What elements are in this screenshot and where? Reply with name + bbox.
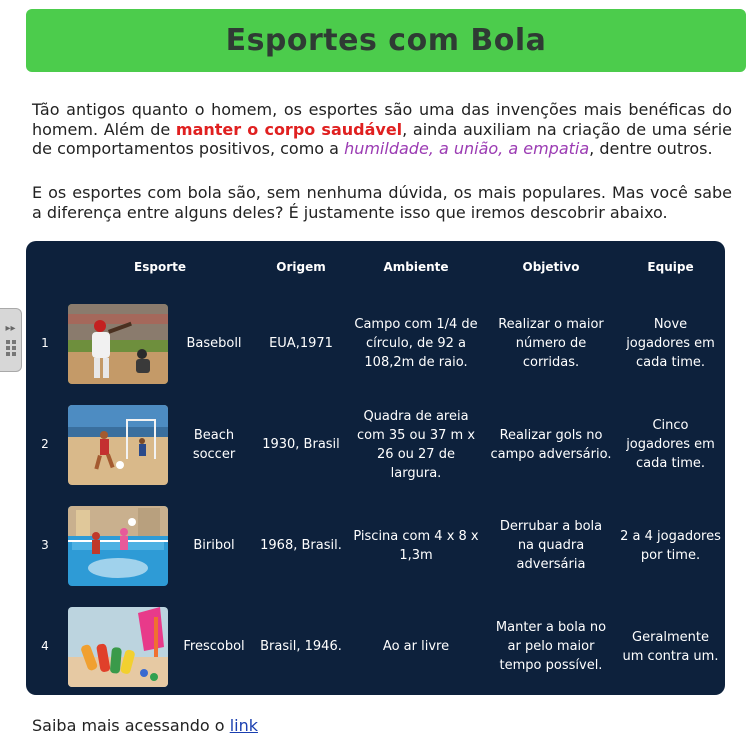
sport-objective: Realizar o maior número de corridas. [498, 317, 604, 370]
sport-environment: Campo com 1/4 de círculo, de 92 a 108,2m… [354, 317, 478, 370]
table-row: 3 Biribol 1968, Brasil. Piscina com 4 x … [26, 495, 725, 596]
row-number: 2 [41, 437, 49, 451]
footer-text: Saiba mais acessando o link [32, 716, 258, 735]
sport-environment: Ao ar livre [382, 639, 450, 654]
baseball-photo [68, 303, 168, 384]
sport-team: 2 a 4 jogadores por time. [620, 528, 721, 563]
more-info-link[interactable]: link [230, 716, 258, 735]
sports-table: Esporte Origem Ambiente Objetivo Equipe … [26, 241, 725, 697]
title-banner: Esportes com Bola [26, 9, 746, 72]
sport-name: Baseboll [186, 336, 242, 351]
table-row: 2 Beach soccer 1930, Brasil Quadra de ar… [26, 394, 725, 495]
intro-highlight-values: humildade, a união, a empatia [344, 139, 590, 158]
row-number: 1 [41, 336, 49, 350]
intro-highlight-health: manter o corpo saudável [175, 119, 403, 139]
footer-label: Saiba mais acessando o [32, 716, 230, 735]
double-chevron-right-icon: ▸▸ [5, 323, 16, 334]
sport-team: Geralmente um contra um. [622, 629, 719, 664]
sport-objective: Realizar gols no campo adversário. [490, 427, 612, 462]
sport-environment: Quadra de areia com 35 ou 37 m x 26 ou 2… [356, 408, 476, 481]
column-header-environment: Ambiente [383, 260, 449, 274]
sport-objective: Derrubar a bola na quadra adversária [499, 519, 603, 572]
column-header-objective: Objetivo [522, 260, 580, 274]
sport-origin: 1968, Brasil. [260, 538, 342, 553]
sport-team: Cinco jogadores em cada time. [626, 418, 715, 471]
sport-environment: Piscina com 4 x 8 x 1,3m [353, 528, 479, 563]
intro-text-c: , dentre outros. [589, 139, 713, 158]
beach-soccer-photo [68, 404, 168, 485]
table-row: 1 Baseboll EUA,1971 Campo com 1/4 de cír… [26, 293, 725, 394]
column-header-team: Equipe [647, 260, 694, 274]
table-header-row: Esporte Origem Ambiente Objetivo Equipe [26, 241, 725, 293]
sport-name: Frescobol [183, 639, 245, 654]
table-row: 4 Frescobol Brasil, 1946. Ao ar livre Ma… [26, 596, 725, 697]
sport-name: Beach soccer [192, 427, 236, 462]
row-number: 4 [41, 639, 49, 653]
intro-paragraph-2: E os esportes com bola são, sem nenhuma … [32, 183, 732, 222]
side-panel-toggle[interactable]: ▸▸ [0, 308, 22, 372]
sports-table-panel: Esporte Origem Ambiente Objetivo Equipe … [26, 241, 725, 695]
sport-objective: Manter a bola no ar pelo maior tempo pos… [495, 620, 607, 673]
intro-paragraph-1: Tão antigos quanto o homem, os esportes … [32, 100, 732, 159]
sport-origin: 1930, Brasil [262, 437, 340, 452]
column-header-origin: Origem [276, 260, 326, 274]
row-number: 3 [41, 538, 49, 552]
frescobol-photo [68, 606, 168, 687]
grip-dots-icon [5, 340, 16, 356]
sport-name: Biribol [193, 538, 235, 553]
page-title: Esportes com Bola [225, 23, 547, 58]
sport-origin: EUA,1971 [269, 336, 333, 351]
sport-origin: Brasil, 1946. [260, 639, 342, 654]
biribol-photo [68, 505, 168, 586]
sport-team: Nove jogadores em cada time. [626, 317, 715, 370]
column-header-sport: Esporte [134, 260, 186, 274]
